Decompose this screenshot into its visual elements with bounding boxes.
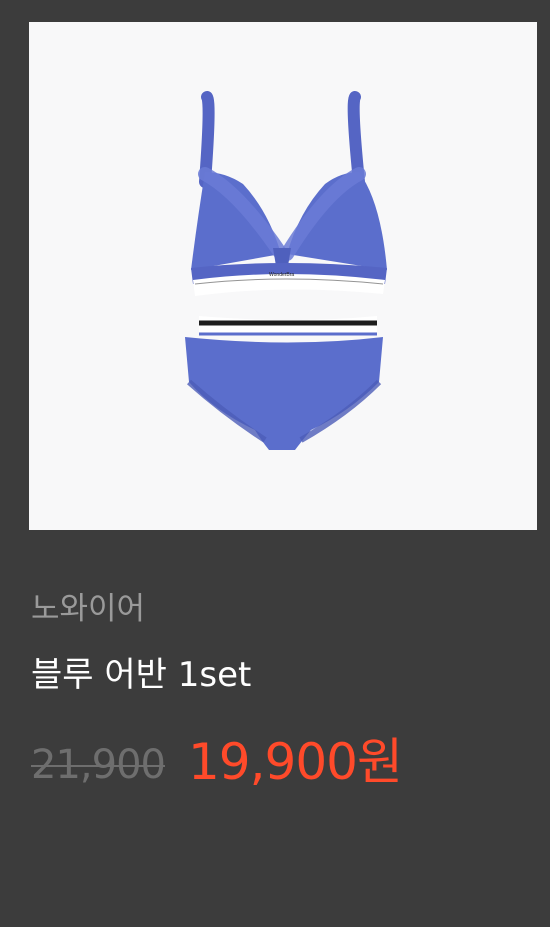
price-row: 21,900 19,900원 [31, 735, 531, 795]
original-price: 21,900 [31, 742, 166, 788]
sale-price: 19,900원 [188, 733, 403, 791]
product-brand: 노와이어 [31, 591, 146, 627]
product-image[interactable]: WonderBra [29, 22, 537, 530]
lingerie-product-image: WonderBra [185, 91, 387, 450]
product-card[interactable]: WonderBra 노와이어 블루 어반 1set 21,900 19,900원 [0, 0, 550, 927]
product-name[interactable]: 블루 어반 1set [31, 658, 251, 692]
svg-text:WonderBra: WonderBra [269, 272, 294, 278]
